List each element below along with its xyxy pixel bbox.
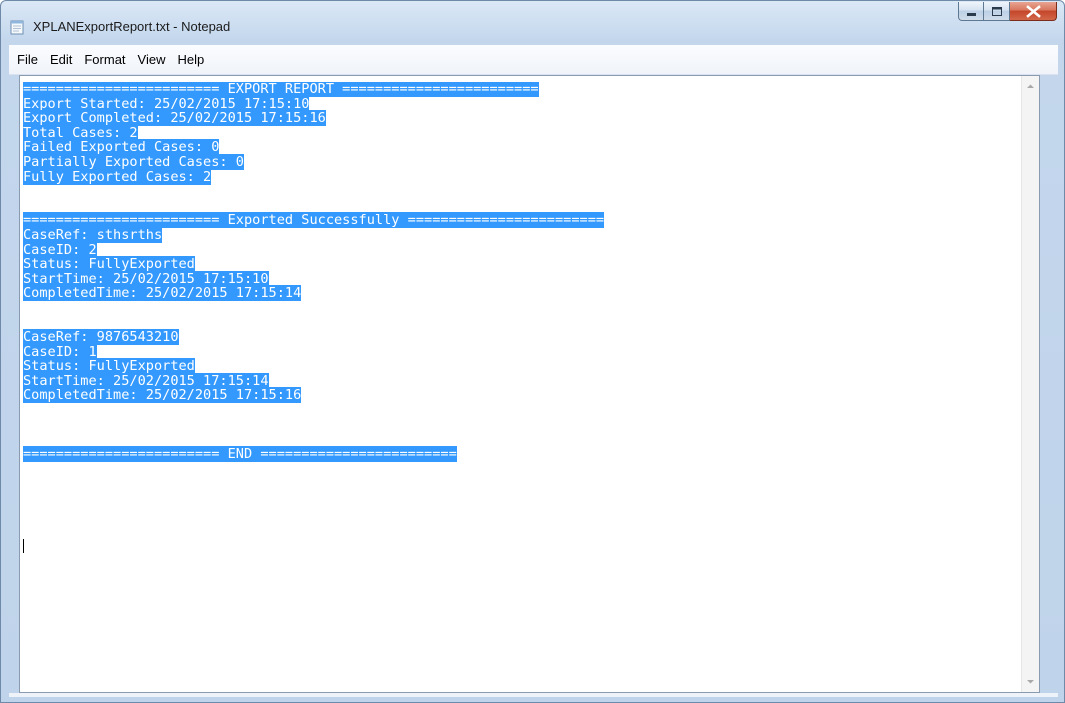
close-button[interactable] — [1010, 2, 1057, 21]
text-line: Partially Exported Cases: 0 — [23, 153, 1018, 170]
document-text[interactable]: ======================== EXPORT REPORT =… — [23, 82, 1018, 688]
scroll-down-arrow-icon[interactable] — [1022, 673, 1039, 690]
notepad-icon[interactable] — [9, 19, 25, 35]
text-line — [23, 301, 1018, 316]
selected-text: Status: FullyExported — [23, 358, 195, 375]
menu-view[interactable]: View — [132, 49, 172, 71]
text-line: ======================== Exported Succes… — [23, 212, 1018, 229]
notepad-window: XPLANExportReport.txt - Notepad File Edi… — [0, 0, 1065, 703]
text-line: StartTime: 25/02/2015 17:15:10 — [23, 270, 1018, 287]
text-line: CompletedTime: 25/02/2015 17:15:16 — [23, 387, 1018, 404]
selected-text: Fully Exported Cases: 2 — [23, 168, 212, 185]
selected-text: Export Started: 25/02/2015 17:15:10 — [23, 95, 310, 112]
vertical-scrollbar[interactable] — [1021, 76, 1039, 692]
window-title: XPLANExportReport.txt - Notepad — [33, 19, 231, 34]
text-line — [23, 403, 1018, 418]
selected-text: StartTime: 25/02/2015 17:15:10 — [23, 270, 269, 287]
selected-text: CompletedTime: 25/02/2015 17:15:16 — [23, 387, 302, 404]
selected-text: Partially Exported Cases: 0 — [23, 153, 244, 170]
text-line: Status: FullyExported — [23, 256, 1018, 273]
selected-text: ======================== Exported Succes… — [23, 212, 605, 229]
selected-text: ======================== END ===========… — [23, 445, 457, 462]
text-line: ======================== END ===========… — [23, 445, 1018, 462]
text-line — [23, 199, 1018, 214]
minimize-icon — [967, 13, 976, 16]
scroll-up-arrow-icon[interactable] — [1022, 78, 1039, 95]
selected-text: CompletedTime: 25/02/2015 17:15:14 — [23, 285, 302, 302]
selected-text: CaseRef: 9876543210 — [23, 329, 179, 346]
selected-text: ======================== EXPORT REPORT =… — [23, 82, 539, 97]
text-line: StartTime: 25/02/2015 17:15:14 — [23, 372, 1018, 389]
selected-text: Status: FullyExported — [23, 256, 195, 273]
text-line: Export Completed: 25/02/2015 17:15:16 — [23, 110, 1018, 127]
text-line: ======================== EXPORT REPORT =… — [23, 82, 1018, 97]
window-bottom-border — [9, 693, 1058, 697]
text-line: CaseRef: 9876543210 — [23, 329, 1018, 346]
text-line: CaseRef: sthsrths — [23, 226, 1018, 243]
selected-text: Export Completed: 25/02/2015 17:15:16 — [23, 110, 326, 127]
close-icon — [1026, 5, 1041, 18]
text-line: Fully Exported Cases: 2 — [23, 168, 1018, 185]
selected-text: StartTime: 25/02/2015 17:15:14 — [23, 372, 269, 389]
menu-format[interactable]: Format — [78, 49, 131, 71]
maximize-button[interactable] — [984, 2, 1010, 21]
selected-text: Total Cases: 2 — [23, 124, 138, 141]
text-line: Status: FullyExported — [23, 358, 1018, 375]
menu-file[interactable]: File — [11, 49, 44, 71]
text-line: CompletedTime: 25/02/2015 17:15:14 — [23, 285, 1018, 302]
selected-text: Failed Exported Cases: 0 — [23, 139, 220, 156]
text-line — [23, 418, 1018, 433]
text-line: Export Started: 25/02/2015 17:15:10 — [23, 95, 1018, 112]
caption-buttons — [958, 2, 1057, 22]
menu-help[interactable]: Help — [171, 49, 210, 71]
text-caret — [23, 539, 24, 553]
text-editor[interactable]: ======================== EXPORT REPORT =… — [19, 75, 1040, 693]
menu-bar: File Edit Format View Help — [9, 45, 1058, 75]
maximize-icon — [992, 7, 1002, 16]
selected-text: CaseID: 2 — [23, 241, 97, 258]
title-bar[interactable]: XPLANExportReport.txt - Notepad — [1, 1, 1064, 45]
text-line — [23, 316, 1018, 331]
text-line — [23, 184, 1018, 199]
selected-text: CaseRef: sthsrths — [23, 226, 163, 243]
text-line: Failed Exported Cases: 0 — [23, 139, 1018, 156]
minimize-button[interactable] — [958, 2, 984, 21]
selected-text: CaseID: 1 — [23, 343, 97, 360]
menu-edit[interactable]: Edit — [44, 49, 78, 71]
text-line: CaseID: 1 — [23, 343, 1018, 360]
text-line: CaseID: 2 — [23, 241, 1018, 258]
text-line: Total Cases: 2 — [23, 124, 1018, 141]
text-line — [23, 432, 1018, 447]
